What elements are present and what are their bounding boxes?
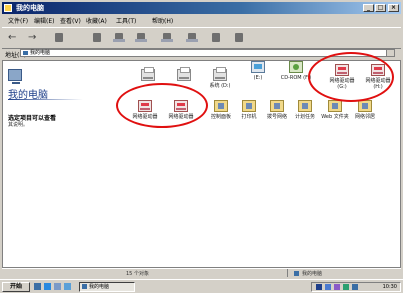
dialup-icon bbox=[270, 100, 284, 112]
folder-view: 我的电脑 选定项目可以查看 其说明。 系统 (D:) (E:) CD-ROM (… bbox=[2, 52, 401, 268]
maximize-button[interactable]: □ bbox=[375, 4, 386, 12]
copy-button[interactable] bbox=[112, 31, 126, 45]
menu-file[interactable]: 文件(F) bbox=[8, 16, 28, 25]
network-places-icon bbox=[358, 100, 372, 112]
item-label: 系统 (D:) bbox=[209, 83, 231, 89]
delete-icon-base bbox=[186, 39, 198, 42]
menu-favorites[interactable]: 收藏(A) bbox=[86, 16, 107, 25]
up-icon bbox=[55, 33, 63, 42]
back-icon: ← bbox=[8, 32, 17, 43]
forward-icon: → bbox=[28, 32, 37, 43]
web-folders-icon bbox=[328, 100, 342, 112]
up-button[interactable] bbox=[52, 31, 66, 45]
status-zone: 我的电脑 bbox=[302, 271, 323, 277]
my-computer-small-icon bbox=[23, 51, 28, 55]
delete-button[interactable] bbox=[185, 31, 199, 45]
toolbar: ← → bbox=[2, 27, 401, 49]
item-drive-e[interactable]: (E:) bbox=[241, 61, 275, 91]
close-button[interactable]: × bbox=[388, 4, 399, 12]
paste-icon-base bbox=[135, 39, 147, 42]
taskbar: 开始 我的电脑 10:30 bbox=[0, 279, 403, 293]
clock[interactable]: 10:30 bbox=[383, 284, 397, 290]
drive-icon bbox=[251, 61, 265, 73]
properties-button[interactable] bbox=[209, 31, 223, 45]
menu-bar: 文件(F) 编辑(E) 查看(V) 收藏(A) 工具(T) 帮助(H) bbox=[2, 15, 401, 26]
start-button[interactable]: 开始 bbox=[2, 282, 30, 292]
menu-help[interactable]: 帮助(H) bbox=[152, 16, 173, 25]
forward-button[interactable]: → bbox=[26, 31, 40, 45]
my-computer-icon bbox=[4, 4, 12, 12]
show-desktop-icon[interactable] bbox=[34, 283, 41, 290]
taskbar-task-my-computer[interactable]: 我的电脑 bbox=[79, 282, 135, 292]
cut-button[interactable] bbox=[90, 31, 104, 45]
drive-icon bbox=[177, 67, 191, 81]
properties-icon bbox=[212, 33, 220, 42]
tray-icon-4[interactable] bbox=[343, 284, 349, 290]
item-label: 计划任务 bbox=[294, 114, 315, 120]
views-icon bbox=[235, 33, 243, 42]
internet-explorer-icon[interactable] bbox=[44, 283, 51, 290]
item-label: Web 文件夹 bbox=[321, 114, 349, 120]
pane-description-2: 其说明。 bbox=[8, 122, 29, 128]
views-button[interactable] bbox=[232, 31, 246, 45]
undo-icon-base bbox=[161, 39, 173, 42]
printers-icon bbox=[242, 100, 256, 112]
menu-edit[interactable]: 编辑(E) bbox=[34, 16, 54, 25]
paste-button[interactable] bbox=[134, 31, 148, 45]
my-computer-large-icon bbox=[8, 69, 22, 84]
outlook-express-icon[interactable] bbox=[54, 283, 61, 290]
item-label: (E:) bbox=[253, 75, 263, 81]
scheduled-tasks-icon bbox=[298, 100, 312, 112]
status-object-count: 15 个对象 bbox=[126, 271, 149, 277]
item-network-places[interactable]: 网络邻居 bbox=[348, 100, 382, 130]
address-dropdown-icon[interactable] bbox=[386, 50, 394, 56]
tray-icon-3[interactable] bbox=[334, 284, 340, 290]
menu-tools[interactable]: 工具(T) bbox=[116, 16, 136, 25]
channels-icon[interactable] bbox=[64, 283, 71, 290]
title-bar[interactable]: 我的电脑 _ □ × bbox=[2, 2, 401, 14]
tray-icon-2[interactable] bbox=[325, 284, 331, 290]
pane-divider bbox=[8, 99, 83, 100]
cd-drive-icon bbox=[289, 61, 303, 73]
back-button[interactable]: ← bbox=[6, 31, 20, 45]
explorer-window: 我的电脑 _ □ × 文件(F) 编辑(E) 查看(V) 收藏(A) 工具(T)… bbox=[0, 0, 403, 279]
status-bar: 15 个对象 我的电脑 bbox=[2, 268, 401, 278]
annotation-ellipse-left bbox=[116, 83, 208, 128]
menu-view[interactable]: 查看(V) bbox=[60, 16, 81, 25]
drive-icon bbox=[141, 67, 155, 81]
status-divider bbox=[287, 269, 288, 277]
item-label: 网络邻居 bbox=[354, 114, 375, 120]
minimize-button[interactable]: _ bbox=[363, 4, 374, 12]
undo-button[interactable] bbox=[160, 31, 174, 45]
annotation-ellipse-right bbox=[308, 52, 394, 102]
cut-icon bbox=[93, 33, 101, 42]
system-tray: 10:30 bbox=[311, 282, 401, 292]
item-drive-d[interactable]: 系统 (D:) bbox=[203, 67, 237, 99]
item-scheduled[interactable]: 计划任务 bbox=[288, 100, 322, 130]
control-panel-icon bbox=[214, 100, 228, 112]
address-value: 我的电脑 bbox=[30, 50, 51, 56]
my-computer-task-icon bbox=[82, 284, 87, 289]
web-view-pane: 我的电脑 选定项目可以查看 其说明。 bbox=[3, 61, 103, 267]
tray-icon-1[interactable] bbox=[316, 284, 322, 290]
item-web-folders[interactable]: Web 文件夹 bbox=[318, 100, 352, 130]
window-title: 我的电脑 bbox=[16, 4, 44, 12]
volume-icon[interactable] bbox=[352, 284, 358, 290]
drive-icon bbox=[213, 67, 227, 81]
copy-icon-base bbox=[113, 39, 125, 42]
task-label: 我的电脑 bbox=[89, 284, 110, 290]
status-computer-icon bbox=[294, 271, 299, 276]
